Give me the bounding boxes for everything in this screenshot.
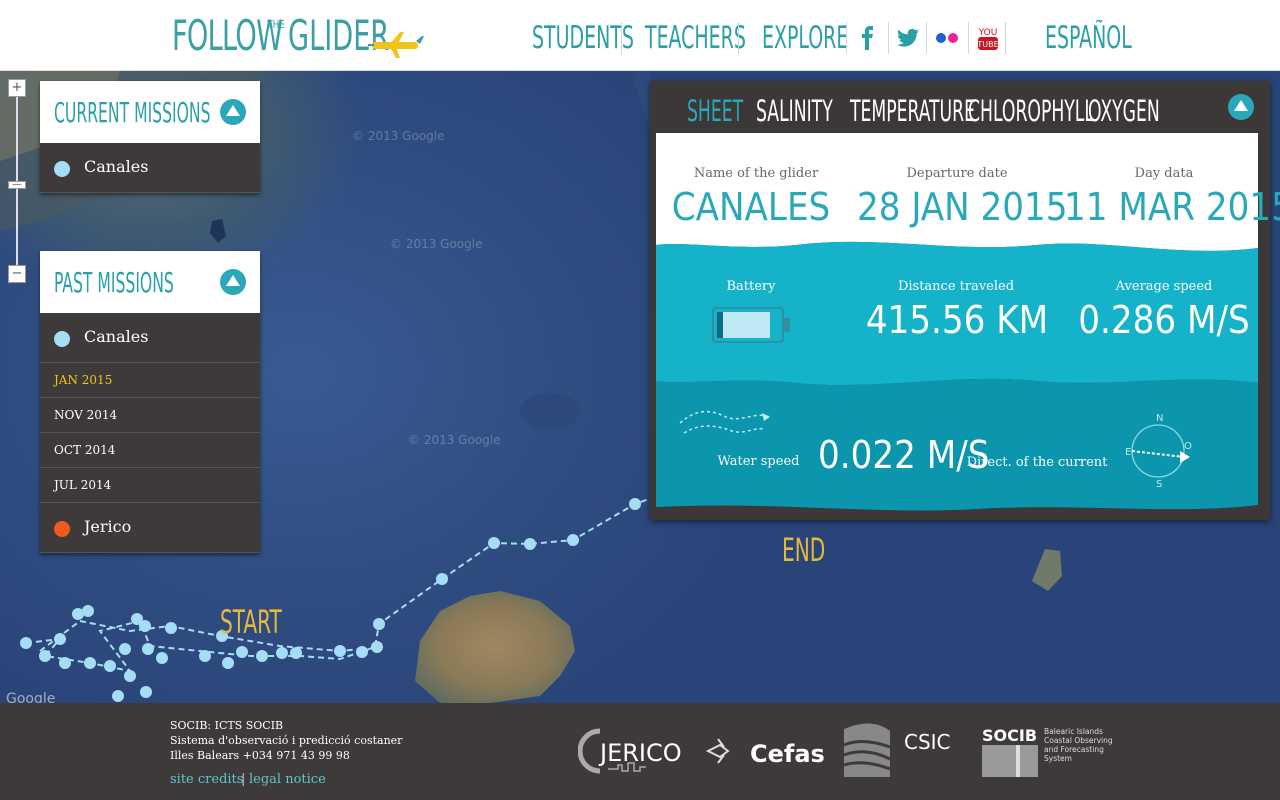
current-missions-panel: CURRENT MISSIONS Canales [40, 81, 260, 193]
footer-contact: Illes Balears +034 971 43 99 98 [170, 749, 350, 762]
flickr-icon[interactable] [935, 26, 959, 50]
mission-item-canales[interactable]: Canales [40, 143, 260, 193]
nav-explore[interactable]: EXPLORE [762, 18, 848, 58]
current-missions-header: CURRENT MISSIONS [40, 81, 260, 143]
svg-text:TUBE: TUBE [977, 40, 999, 49]
svg-text:JERICO: JERICO [598, 739, 682, 767]
svg-text:S: S [1156, 479, 1162, 489]
mission-dot-icon [54, 161, 70, 177]
language-switch[interactable]: ESPAÑOL [1045, 18, 1132, 58]
logo-the: THE [267, 18, 285, 31]
svg-text:CSIC: CSIC [904, 730, 951, 754]
zoom-out-button[interactable]: − [8, 265, 26, 283]
site-credits-link[interactable]: site credits [170, 772, 243, 787]
svg-text:Balearic Islands: Balearic Islands [1044, 727, 1103, 736]
tab-oxygen[interactable]: OXYGEN [1088, 91, 1160, 131]
day-data-label: Day data [1134, 166, 1194, 181]
nav-divider [926, 22, 927, 54]
svg-text:N: N [1156, 413, 1163, 424]
twitter-icon[interactable] [896, 26, 920, 50]
site-footer: SOCIB: ICTS SOCIB Sistema d'observació i… [0, 703, 1280, 800]
departure-date-label: Departure date [906, 166, 1008, 181]
tab-salinity[interactable]: SALINITY [756, 91, 833, 131]
past-missions-header: PAST MISSIONS [40, 251, 260, 313]
nav-divider [738, 22, 739, 54]
collapse-arrow-icon[interactable] [1228, 94, 1254, 120]
compass-icon: N S E O [1125, 413, 1192, 489]
mission-label: Canales [84, 327, 149, 346]
site-logo[interactable]: FOLLOW THE GLIDER [172, 12, 432, 60]
mission-label: Canales [84, 157, 149, 176]
past-missions-panel: PAST MISSIONS Canales JAN 2015 NOV 2014 … [40, 251, 260, 553]
track-start-label: START [220, 603, 282, 641]
past-missions-title: PAST MISSIONS [54, 266, 174, 299]
svg-text:Coastal Observing: Coastal Observing [1044, 736, 1113, 745]
nav-teachers[interactable]: TEACHERS [645, 18, 746, 58]
socib-logo[interactable]: SOCIB Balearic Islands Coastal Observing… [982, 725, 1116, 781]
distance-value: 415.56 KM [865, 298, 1049, 342]
svg-text:Cefas: Cefas [750, 740, 824, 768]
mission-date-label: NOV 2014 [54, 408, 118, 422]
mission-date-item[interactable]: OCT 2014 [40, 433, 260, 468]
mission-dot-icon [54, 331, 70, 347]
csic-logo[interactable]: CSIC [842, 719, 962, 783]
mission-dot-icon [54, 521, 70, 537]
cefas-logo[interactable]: Cefas [706, 733, 824, 773]
collapse-arrow-icon[interactable] [220, 99, 246, 125]
tab-sheet[interactable]: SHEET [687, 91, 743, 131]
svg-text:YOU: YOU [978, 28, 998, 38]
mission-date-label: JUL 2014 [54, 478, 112, 492]
day-data-value: 11 MAR 2015 [1064, 185, 1280, 229]
average-speed-label: Average speed [1115, 279, 1213, 294]
current-direction-label: Direct. of the current [966, 455, 1108, 470]
site-header: FOLLOW THE GLIDER STUDENTS TEACHERS EXPL… [0, 0, 1280, 71]
tab-temperature[interactable]: TEMPERATURE [850, 91, 975, 131]
tab-chlorophyll[interactable]: CHLOROPHYLL [968, 91, 1094, 131]
zoom-slider-handle[interactable]: — [8, 180, 26, 190]
glider-name-value: CANALES [671, 185, 831, 229]
glider-info-panel: SHEET SALINITY TEMPERATURE CHLOROPHYLL O… [650, 81, 1280, 520]
legal-notice-link[interactable]: legal notice [249, 772, 326, 787]
svg-text:and Forecasting: and Forecasting [1044, 745, 1104, 754]
jerico-logo[interactable]: JERICO [578, 725, 686, 777]
glider-name-label: Name of the glider [693, 166, 819, 181]
battery-label: Battery [726, 279, 776, 294]
nav-divider [888, 22, 889, 54]
footer-org: SOCIB: ICTS SOCIB [170, 719, 284, 732]
zoom-in-button[interactable]: + [8, 79, 26, 97]
mission-date-label: OCT 2014 [54, 443, 116, 457]
departure-date-value: 28 JAN 2015 [857, 185, 1068, 229]
battery-icon [712, 307, 790, 343]
nav-divider [968, 22, 969, 54]
mission-date-item[interactable]: JAN 2015 [40, 363, 260, 398]
mission-item-canales[interactable]: Canales [40, 313, 260, 363]
current-missions-title: CURRENT MISSIONS [54, 96, 211, 129]
mission-item-jerico[interactable]: Jerico [40, 503, 260, 553]
mission-label: Jerico [84, 517, 132, 536]
glider-sheet: Name of the glider CANALES Departure dat… [656, 133, 1280, 513]
nav-divider [621, 22, 622, 54]
track-end-label: END [782, 531, 826, 569]
nav-divider [1005, 22, 1006, 54]
svg-text:System: System [1044, 754, 1072, 763]
nav-divider [846, 22, 847, 54]
footer-desc: Sistema d'observació i predicció costane… [170, 734, 403, 747]
svg-text:E: E [1125, 447, 1131, 458]
logo-follow: FOLLOW [172, 11, 283, 60]
water-current-icon [679, 410, 771, 434]
footer-separator: | [241, 772, 246, 787]
youtube-icon[interactable]: YOU TUBE [977, 25, 999, 51]
water-speed-value: 0.022 M/S [818, 433, 990, 477]
glider-icon [368, 32, 424, 58]
mission-date-item[interactable]: NOV 2014 [40, 398, 260, 433]
mission-date-label: JAN 2015 [54, 373, 113, 387]
distance-label: Distance traveled [897, 279, 1015, 294]
average-speed-value: 0.286 M/S [1078, 298, 1250, 342]
collapse-arrow-icon[interactable] [220, 269, 246, 295]
svg-text:SOCIB: SOCIB [982, 726, 1037, 745]
nav-students[interactable]: STUDENTS [532, 18, 634, 58]
facebook-icon[interactable] [856, 26, 880, 50]
mission-date-item[interactable]: JUL 2014 [40, 468, 260, 503]
svg-text:O: O [1184, 441, 1192, 452]
